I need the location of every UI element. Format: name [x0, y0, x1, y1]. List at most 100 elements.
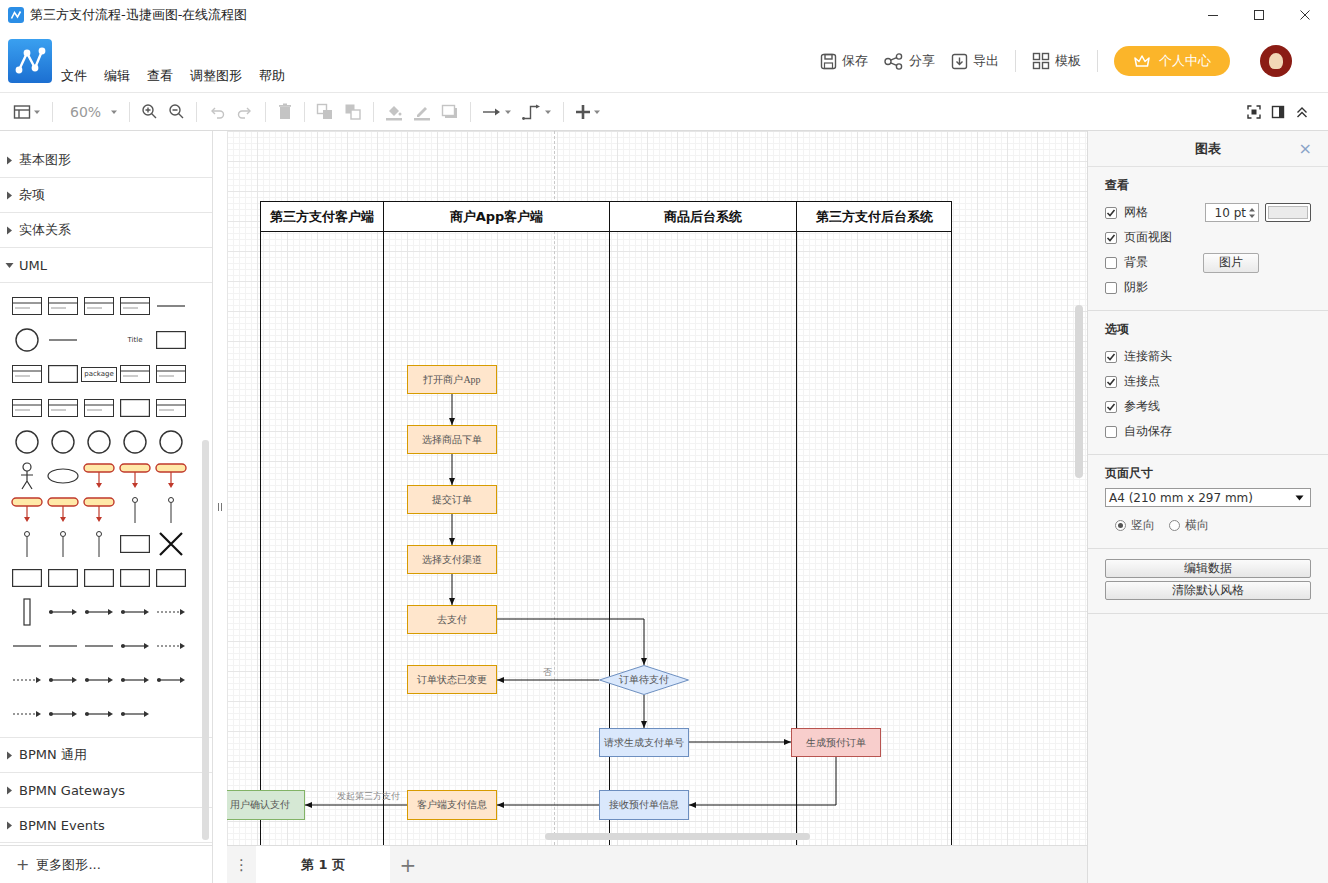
shape-item[interactable]	[9, 289, 45, 323]
uml-shape-icon[interactable]	[156, 642, 186, 650]
grip-icon[interactable]	[218, 503, 222, 511]
personal-center-label[interactable]: 个人中心	[1159, 52, 1211, 70]
decision-node[interactable]: 订单待支付	[599, 665, 689, 695]
uml-shape-icon[interactable]	[12, 399, 42, 417]
option-row[interactable]: 网格10 pt	[1105, 200, 1311, 225]
shape-group[interactable]: 实体关系	[0, 213, 212, 248]
fit-icon[interactable]	[1247, 105, 1261, 119]
menu-item[interactable]: 文件	[61, 67, 87, 85]
shape-item[interactable]	[45, 561, 81, 595]
node-label[interactable]: 订单状态已变更	[417, 673, 487, 687]
shape-item[interactable]	[117, 595, 153, 629]
minimize-button[interactable]	[1190, 0, 1236, 30]
template-button[interactable]: 模板	[1032, 52, 1081, 70]
share-icon[interactable]	[884, 53, 904, 70]
shape-item[interactable]	[9, 561, 45, 595]
connection-icon[interactable]	[482, 105, 502, 119]
uml-shape-icon[interactable]	[156, 676, 186, 684]
more-shapes-button[interactable]: +更多图形...	[0, 845, 212, 883]
expanded-caret-icon[interactable]	[5, 261, 14, 270]
shape-item[interactable]	[45, 391, 81, 425]
uml-shape-icon[interactable]	[84, 297, 114, 315]
swimlane-header[interactable]: 第三方支付后台系统	[797, 202, 951, 232]
process-node[interactable]: 生成预付订单	[791, 728, 881, 757]
shape-item[interactable]	[81, 459, 117, 493]
shape-group[interactable]: 杂项	[0, 178, 212, 213]
uml-shape-icon[interactable]	[156, 365, 186, 383]
connector[interactable]	[497, 619, 644, 665]
shape-item[interactable]	[117, 697, 153, 731]
swimlane-title[interactable]: 第三方支付客户端	[270, 208, 374, 226]
option-label[interactable]: 页面视图	[1124, 229, 1172, 246]
shape-item[interactable]	[81, 697, 117, 731]
shape-group-label[interactable]: BPMN 通用	[19, 746, 87, 764]
process-node[interactable]: 选择支付渠道	[407, 545, 497, 574]
shape-item[interactable]	[81, 595, 117, 629]
process-node[interactable]: 客户端支付信息	[407, 790, 497, 820]
uml-shape-icon[interactable]	[47, 468, 79, 484]
uml-shape-icon[interactable]	[48, 608, 78, 616]
process-node[interactable]: 用户确认支付	[227, 790, 305, 820]
shape-item[interactable]	[9, 493, 45, 527]
uml-shape-icon[interactable]	[84, 676, 114, 684]
uml-shape-icon[interactable]	[156, 399, 186, 417]
shape-item[interactable]	[153, 323, 189, 357]
swimlane[interactable]: 商户App客户端	[383, 202, 609, 845]
radio[interactable]	[1115, 520, 1126, 531]
uml-shape-icon[interactable]	[12, 643, 42, 649]
process-node[interactable]: 接收预付单信息	[599, 790, 689, 820]
checkbox[interactable]	[1105, 207, 1117, 219]
uml-shape-icon[interactable]	[83, 463, 115, 489]
zoom-level[interactable]: 60%	[64, 104, 108, 120]
node-label[interactable]: 选择支付渠道	[422, 553, 482, 567]
uml-shape-icon[interactable]	[13, 428, 41, 456]
menu-item[interactable]: 查看	[147, 67, 173, 85]
connector[interactable]	[452, 394, 453, 425]
option-label[interactable]: 连接箭头	[1124, 348, 1172, 365]
shape-item[interactable]	[45, 357, 81, 391]
zoomout-button[interactable]	[163, 99, 190, 125]
dropdown-icon[interactable]	[110, 108, 118, 116]
maximize-button[interactable]	[1236, 0, 1282, 30]
shape-item[interactable]	[45, 629, 81, 663]
crown-icon[interactable]	[1133, 54, 1151, 68]
shape-item[interactable]	[153, 391, 189, 425]
shape-group[interactable]: BPMN Events	[0, 808, 212, 843]
uml-shape-icon[interactable]	[12, 676, 42, 684]
connector[interactable]	[689, 757, 836, 805]
swimlane-title[interactable]: 商户App客户端	[450, 208, 544, 226]
shape-item[interactable]: Title	[117, 323, 153, 357]
package-shape[interactable]: package	[81, 367, 117, 382]
zoomout-icon[interactable]	[168, 103, 185, 120]
page-tab[interactable]: 第 1 页	[256, 846, 390, 883]
swimlane-title[interactable]: 第三方支付后台系统	[816, 208, 933, 226]
radio[interactable]	[1169, 520, 1180, 531]
add-page-button[interactable]: +	[390, 846, 426, 883]
shape-item[interactable]	[45, 527, 81, 561]
menu-item[interactable]: 调整图形	[190, 67, 242, 85]
orientation-label[interactable]: 竖向	[1131, 517, 1155, 534]
shape-item[interactable]	[117, 629, 153, 663]
export-button[interactable]: 导出	[951, 52, 999, 70]
option-row[interactable]: 自动保存	[1105, 419, 1311, 444]
shape-item[interactable]	[9, 459, 45, 493]
close-button[interactable]	[1282, 0, 1328, 30]
process-node[interactable]: 提交订单	[407, 485, 497, 514]
orientation-option[interactable]: 竖向	[1115, 517, 1155, 534]
save-label[interactable]: 保存	[842, 52, 868, 70]
panel-close-button[interactable]: ×	[1299, 139, 1312, 158]
uml-shape-icon[interactable]	[48, 297, 78, 315]
uml-shape-icon[interactable]	[13, 326, 41, 354]
grid-size-value[interactable]: 10 pt	[1215, 206, 1246, 220]
collapsed-caret-icon[interactable]	[5, 751, 14, 760]
shape-item[interactable]	[9, 663, 45, 697]
shape-group-label[interactable]: BPMN Gateways	[19, 783, 125, 798]
uml-shape-icon[interactable]	[84, 608, 114, 616]
connector[interactable]	[452, 454, 453, 485]
shape-item[interactable]	[153, 493, 189, 527]
uml-shape-icon[interactable]	[58, 530, 68, 558]
format-button[interactable]	[1266, 99, 1290, 125]
checkbox[interactable]	[1105, 401, 1117, 413]
connector[interactable]	[689, 742, 791, 743]
shape-item[interactable]	[81, 629, 117, 663]
